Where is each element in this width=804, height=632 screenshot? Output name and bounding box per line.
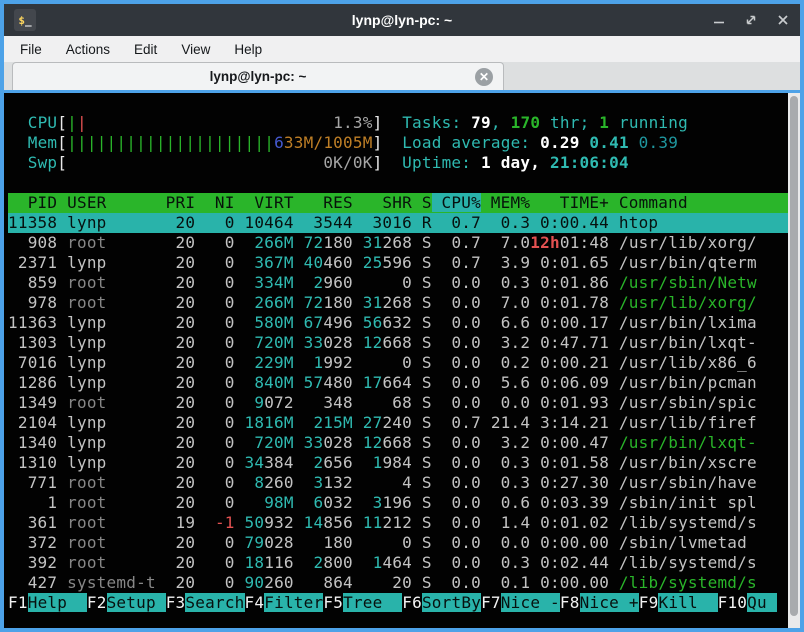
fnkey-f3[interactable]: F3Search bbox=[166, 593, 245, 612]
fnkey-f4[interactable]: F4Filter bbox=[245, 593, 324, 612]
process-row-11363[interactable]: 11363 lynp 20 0 580M 67496 56632 S 0.0 6… bbox=[8, 313, 788, 333]
menu-view[interactable]: View bbox=[169, 42, 222, 57]
titlebar: $_ lynp@lyn-pc: ~ bbox=[4, 4, 800, 36]
process-row-859[interactable]: 859 root 20 0 334M 2960 0 S 0.0 0.3 0:01… bbox=[8, 273, 788, 293]
scrollbar-thumb[interactable] bbox=[790, 96, 798, 616]
menu-bar: File Actions Edit View Help bbox=[4, 36, 800, 62]
fnkey-f7[interactable]: F7Nice - bbox=[481, 593, 560, 612]
swp-meter-line: Swp[ 0K/0K] Uptime: 1 day, 21:06:04 bbox=[8, 153, 788, 173]
process-row-392[interactable]: 392 root 20 0 18116 2800 1464 S 0.0 0.3 … bbox=[8, 553, 788, 573]
maximize-icon bbox=[745, 14, 757, 26]
process-row-978[interactable]: 978 root 20 0 266M 72180 31268 S 0.0 7.0… bbox=[8, 293, 788, 313]
close-button[interactable] bbox=[776, 13, 790, 27]
menu-actions[interactable]: Actions bbox=[54, 42, 122, 57]
process-row-11358[interactable]: 11358 lynp 20 0 10464 3544 3016 R 0.7 0.… bbox=[8, 213, 788, 233]
tab-title: lynp@lyn-pc: ~ bbox=[210, 69, 307, 84]
blank-line bbox=[8, 173, 788, 193]
process-table-header[interactable]: PID USER PRI NI VIRT RES SHR S CPU% MEM%… bbox=[8, 193, 788, 213]
fnkey-f2[interactable]: F2Setup bbox=[87, 593, 166, 612]
fnkey-f8[interactable]: F8Nice + bbox=[560, 593, 639, 612]
function-key-bar: F1Help F2Setup F3SearchF4FilterF5Tree F6… bbox=[8, 593, 788, 613]
process-row-908[interactable]: 908 root 20 0 266M 72180 31268 S 0.7 7.0… bbox=[8, 233, 788, 253]
fnkey-f5[interactable]: F5Tree bbox=[323, 593, 402, 612]
process-row-1303[interactable]: 1303 lynp 20 0 720M 33028 12668 S 0.0 3.… bbox=[8, 333, 788, 353]
terminal-icon: $_ bbox=[14, 9, 36, 31]
process-row-1310[interactable]: 1310 lynp 20 0 34384 2656 1984 S 0.0 0.3… bbox=[8, 453, 788, 473]
fnkey-f6[interactable]: F6SortBy bbox=[402, 593, 481, 612]
process-row-1[interactable]: 1 root 20 0 98M 6032 3196 S 0.0 0.6 0:03… bbox=[8, 493, 788, 513]
menu-help[interactable]: Help bbox=[222, 42, 274, 57]
fnkey-f1[interactable]: F1Help bbox=[8, 593, 87, 612]
tab-active[interactable]: lynp@lyn-pc: ~ ✕ bbox=[12, 62, 504, 90]
menu-file[interactable]: File bbox=[8, 42, 54, 57]
scrollbar[interactable] bbox=[788, 93, 800, 628]
fnkey-f9[interactable]: F9Kill bbox=[639, 593, 718, 612]
process-row-771[interactable]: 771 root 20 0 8260 3132 4 S 0.0 0.3 0:27… bbox=[8, 473, 788, 493]
process-row-2371[interactable]: 2371 lynp 20 0 367M 40460 25596 S 0.7 3.… bbox=[8, 253, 788, 273]
htop-screen: CPU[|| 1.3%] Tasks: 79, 170 thr; 1 runni… bbox=[8, 93, 788, 613]
process-row-361[interactable]: 361 root 19 -1 50932 14856 11212 S 0.0 1… bbox=[8, 513, 788, 533]
mem-meter-line: Mem[|||||||||||||||||||||633M/1005M] Loa… bbox=[8, 133, 788, 153]
maximize-button[interactable] bbox=[744, 13, 758, 27]
blank-line bbox=[8, 93, 788, 113]
window-controls bbox=[712, 13, 790, 27]
minimize-icon bbox=[713, 14, 725, 26]
tab-close-button[interactable]: ✕ bbox=[475, 68, 493, 86]
fnkey-f10[interactable]: F10Qu bbox=[718, 593, 777, 612]
process-row-1340[interactable]: 1340 lynp 20 0 720M 33028 12668 S 0.0 3.… bbox=[8, 433, 788, 453]
minimize-button[interactable] bbox=[712, 13, 726, 27]
process-row-1286[interactable]: 1286 lynp 20 0 840M 57480 17664 S 0.0 5.… bbox=[8, 373, 788, 393]
process-row-2104[interactable]: 2104 lynp 20 0 1816M 215M 27240 S 0.7 21… bbox=[8, 413, 788, 433]
close-icon bbox=[777, 14, 789, 26]
menu-edit[interactable]: Edit bbox=[122, 42, 169, 57]
process-row-372[interactable]: 372 root 20 0 79028 180 0 S 0.0 0.0 0:00… bbox=[8, 533, 788, 553]
process-row-7016[interactable]: 7016 lynp 20 0 229M 1992 0 S 0.0 0.2 0:0… bbox=[8, 353, 788, 373]
process-row-427[interactable]: 427 systemd-t 20 0 90260 864 20 S 0.0 0.… bbox=[8, 573, 788, 593]
process-row-1349[interactable]: 1349 root 20 0 9072 348 68 S 0.0 0.0 0:0… bbox=[8, 393, 788, 413]
terminal-window: $_ lynp@lyn-pc: ~ File Actions Edit View… bbox=[0, 0, 804, 632]
cpu-meter-line: CPU[|| 1.3%] Tasks: 79, 170 thr; 1 runni… bbox=[8, 113, 788, 133]
tab-bar: lynp@lyn-pc: ~ ✕ bbox=[4, 62, 800, 90]
window-title: lynp@lyn-pc: ~ bbox=[4, 12, 800, 28]
terminal-viewport[interactable]: CPU[|| 1.3%] Tasks: 79, 170 thr; 1 runni… bbox=[4, 93, 800, 628]
